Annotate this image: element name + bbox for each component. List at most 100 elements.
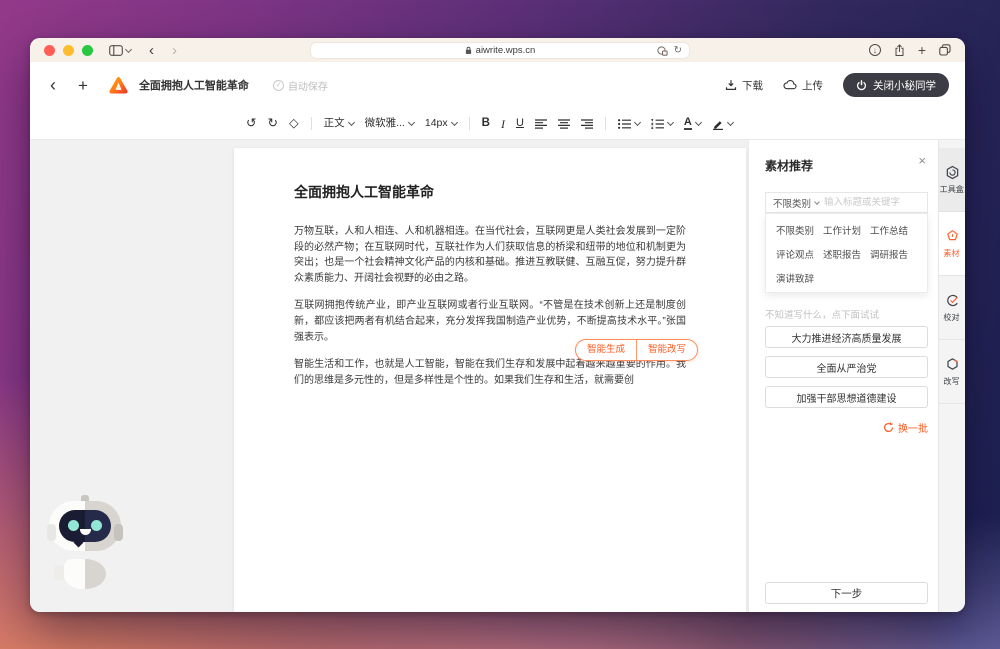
app-header: ‹ + 全面拥抱人工智能革命 ✓ 自动保存 下载 上传 关闭小秘同学 <box>30 62 965 108</box>
chevron-down-icon <box>124 45 133 53</box>
rail-tab-rewrite[interactable]: 改写 <box>939 340 965 404</box>
mascot-eye <box>68 520 79 531</box>
materials-search-input[interactable] <box>824 197 920 208</box>
next-step-button[interactable]: 下一步 <box>765 582 928 604</box>
wps-logo[interactable] <box>108 76 129 95</box>
sidebar-icon <box>109 44 123 56</box>
paragraph-style-value: 正文 <box>323 117 345 130</box>
new-tab-button[interactable]: + <box>918 43 926 57</box>
paragraph-style-dropdown[interactable]: 正文 <box>323 117 355 130</box>
chevron-down-icon <box>814 198 820 205</box>
bullet-list-dropdown[interactable] <box>617 118 641 129</box>
chevron-down-icon <box>347 118 355 127</box>
browser-window: ‹ › aiwrite.wps.cn ↻ ↓ + ‹ + 全面拥抱人工智能革命 … <box>30 38 965 612</box>
upload-label: 上传 <box>802 79 823 92</box>
materials-search-box[interactable]: 不限类别 <box>765 192 928 213</box>
materials-panel: 素材推荐 × 不限类别 不限类别 工作计划 工作总结 评论观点 述职报告 调研报… <box>748 140 938 612</box>
ai-inline-actions: 智能生成 智能改写 <box>575 339 699 361</box>
topic-suggestion-button[interactable]: 加强干部思想道德建设 <box>765 386 928 408</box>
category-option[interactable]: 工作总结 <box>870 223 917 237</box>
tool-rail: 工具盒 素材 校对 改写 <box>938 140 965 612</box>
refresh-suggestions-button[interactable]: 换一批 <box>883 420 928 435</box>
new-document-button[interactable]: + <box>78 77 88 94</box>
align-left-button[interactable] <box>534 118 547 129</box>
rail-tab-toolbox[interactable]: 工具盒 <box>939 148 965 212</box>
materials-icon <box>945 229 960 244</box>
lock-icon <box>465 46 472 55</box>
address-bar[interactable]: aiwrite.wps.cn ↻ <box>310 42 690 59</box>
rail-tab-label: 工具盒 <box>939 183 965 194</box>
document-paragraph[interactable]: 万物互联，人和人相连、人和机器相连。在当代社会，互联网更是人类社会发展到一定阶段… <box>294 224 686 286</box>
align-right-button[interactable] <box>580 118 593 129</box>
numbered-list-dropdown[interactable] <box>651 118 674 129</box>
italic-button[interactable]: I <box>501 118 505 130</box>
browser-forward-button[interactable]: › <box>172 43 177 58</box>
font-color-letter: A <box>683 116 692 131</box>
content-area: 全面拥抱人工智能革命 万物互联，人和人相连、人和机器相连。在当代社会，互联网更是… <box>30 140 965 612</box>
font-family-dropdown[interactable]: 微软雅... <box>365 118 415 129</box>
minimize-window-button[interactable] <box>63 44 74 56</box>
align-center-button[interactable] <box>557 118 570 129</box>
category-option[interactable]: 工作计划 <box>823 223 870 237</box>
close-window-button[interactable] <box>44 44 55 56</box>
clear-format-button[interactable]: ◇ <box>289 117 299 130</box>
rail-tab-proofread[interactable]: 校对 <box>939 276 965 340</box>
assistant-mascot[interactable] <box>45 495 125 590</box>
font-color-dropdown[interactable]: A <box>683 116 702 131</box>
upload-button[interactable]: 上传 <box>783 78 823 93</box>
toolbox-icon <box>945 165 960 180</box>
category-option[interactable]: 评论观点 <box>776 247 823 261</box>
downloads-button[interactable]: ↓ <box>868 44 881 56</box>
close-assistant-button[interactable]: 关闭小秘同学 <box>843 73 949 97</box>
category-option[interactable]: 演讲致辞 <box>776 271 823 285</box>
editor-toolbar: ↺ ↻ ◇ 正文 微软雅... 14px B I U A <box>30 108 965 140</box>
mascot-head <box>47 501 123 551</box>
fullscreen-window-button[interactable] <box>82 44 93 56</box>
rail-tab-label: 改写 <box>943 375 961 386</box>
refresh-icon <box>883 422 894 433</box>
editor-canvas: 全面拥抱人工智能革命 万物互联，人和人相连、人和机器相连。在当代社会，互联网更是… <box>30 140 748 612</box>
document-heading[interactable]: 全面拥抱人工智能革命 <box>294 182 686 202</box>
download-icon <box>725 79 737 91</box>
ai-rewrite-button[interactable]: 智能改写 <box>637 340 697 360</box>
ai-generate-button[interactable]: 智能生成 <box>576 340 636 360</box>
app-back-button[interactable]: ‹ <box>50 76 56 94</box>
category-option[interactable]: 述职报告 <box>823 247 870 261</box>
sidebar-toggle-button[interactable] <box>109 44 133 56</box>
undo-button[interactable]: ↺ <box>246 117 256 130</box>
highlight-color-dropdown[interactable] <box>712 118 734 130</box>
chevron-down-icon <box>726 118 734 127</box>
mascot-chin <box>73 537 84 548</box>
rail-tab-materials[interactable]: 素材 <box>939 212 965 276</box>
font-size-value: 14px <box>424 117 448 130</box>
category-filter-value: 不限类别 <box>773 198 812 210</box>
materials-panel-title: 素材推荐 <box>765 159 814 173</box>
category-filter-dropdown[interactable]: 不限类别 <box>773 196 820 210</box>
share-button[interactable] <box>894 43 905 57</box>
document-paragraph[interactable]: 智能生活和工作，也就是人工智能，智能在我们生存和发展中起着越来越重要的作用。我们… <box>294 357 686 388</box>
topic-suggestion-button[interactable]: 全面从严治党 <box>765 356 928 378</box>
underline-button[interactable]: U <box>516 118 524 129</box>
bold-button[interactable]: B <box>482 117 490 130</box>
power-icon <box>856 79 867 91</box>
category-dropdown-panel: 不限类别 工作计划 工作总结 评论观点 述职报告 调研报告 演讲致辞 <box>765 213 928 293</box>
redo-button[interactable]: ↻ <box>267 117 277 130</box>
document-page[interactable]: 全面拥抱人工智能革命 万物互联，人和人相连、人和机器相连。在当代社会，互联网更是… <box>234 148 746 612</box>
font-size-dropdown[interactable]: 14px <box>424 117 458 130</box>
rail-tab-label: 校对 <box>943 311 961 322</box>
mascot-ear <box>47 524 56 541</box>
category-option[interactable]: 不限类别 <box>776 223 823 237</box>
desktop-background: ‹ › aiwrite.wps.cn ↻ ↓ + ‹ + 全面拥抱人工智能革命 … <box>0 0 1000 649</box>
page-settings-icon[interactable] <box>657 45 668 56</box>
close-panel-button[interactable]: × <box>918 153 926 168</box>
reload-button[interactable]: ↻ <box>674 45 682 56</box>
mascot-ear <box>114 524 123 541</box>
category-option[interactable]: 调研报告 <box>870 247 917 261</box>
tab-overview-button[interactable] <box>939 44 951 56</box>
chevron-down-icon <box>633 118 641 127</box>
url-display: aiwrite.wps.cn <box>465 45 535 56</box>
topic-suggestion-button[interactable]: 大力推进经济高质量发展 <box>765 326 928 348</box>
browser-back-button[interactable]: ‹ <box>149 43 154 58</box>
download-button[interactable]: 下载 <box>725 78 763 93</box>
chevron-down-icon <box>450 118 458 127</box>
